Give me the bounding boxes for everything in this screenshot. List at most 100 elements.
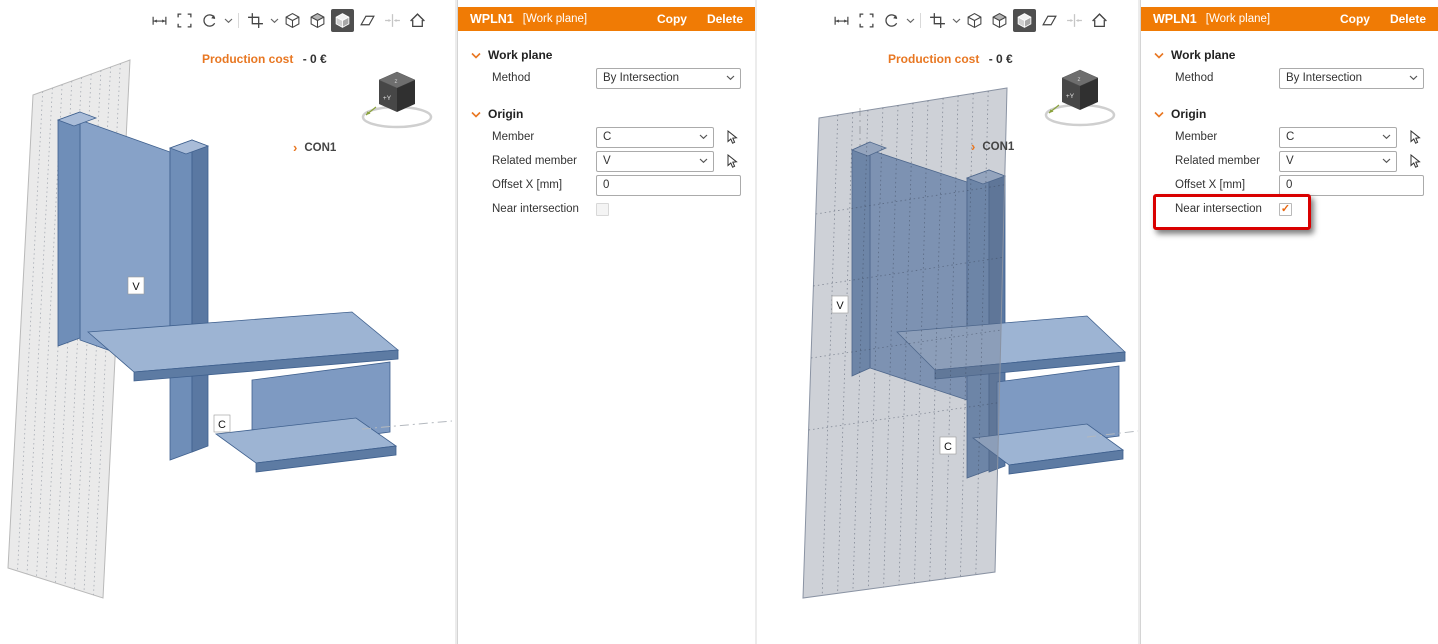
offset-x-label: Offset X [mm] [492, 179, 596, 191]
svg-text:+Y: +Y [1066, 93, 1075, 100]
member-dropdown[interactable]: C [596, 127, 714, 148]
properties-panel-left: WPLN1 [Work plane] Copy Delete Work plan… [457, 0, 755, 644]
orbit-icon[interactable] [880, 9, 903, 32]
snap-icon [381, 9, 404, 32]
related-member-label: Related member [492, 155, 596, 167]
related-member-label: Related member [1175, 155, 1279, 167]
related-member-value: V [1286, 155, 1382, 167]
section-work-plane[interactable]: Work plane [1141, 44, 1438, 66]
delete-button[interactable]: Delete [707, 12, 743, 26]
copy-button[interactable]: Copy [1340, 12, 1370, 26]
section-work-plane[interactable]: Work plane [458, 44, 755, 66]
member-row: Member C [1141, 125, 1438, 149]
dropdown-chevron-icon [699, 134, 708, 140]
svg-text:V: V [836, 300, 844, 312]
dimension-icon[interactable] [830, 9, 853, 32]
method-label: Method [492, 72, 596, 84]
tree-item-con1[interactable]: › CON1 [293, 142, 336, 154]
member-label-v: V [832, 296, 848, 313]
view-cube-solid-icon[interactable] [1013, 9, 1036, 32]
properties-panel-right: WPLN1 [Work plane] Copy Delete Work plan… [1140, 0, 1438, 644]
member-label: Member [1175, 131, 1279, 143]
collapse-chevron-icon [471, 111, 481, 118]
member-dropdown[interactable]: C [1279, 127, 1397, 148]
tree-expand-chevron-icon[interactable]: › [293, 142, 297, 154]
viewport-3d-left[interactable]: V C z +Y Production cost [0, 0, 455, 644]
dropdown-chevron-icon [1409, 75, 1418, 81]
member-pick-cursor-icon[interactable] [726, 128, 741, 146]
dimension-icon[interactable] [148, 9, 171, 32]
section-cut-icon[interactable] [926, 9, 949, 32]
tree-expand-chevron-icon[interactable]: › [971, 141, 975, 153]
svg-text:+Y: +Y [383, 95, 392, 102]
scene-left[interactable]: V C z +Y [0, 0, 455, 644]
method-value: By Intersection [1286, 72, 1409, 84]
section-dropdown-chevron-icon[interactable] [951, 9, 961, 32]
orbit-icon[interactable] [198, 9, 221, 32]
collapse-chevron-icon [471, 52, 481, 59]
production-cost-value: - 0 € [303, 52, 327, 66]
copy-button[interactable]: Copy [657, 12, 687, 26]
member-label-c: C [940, 437, 956, 454]
view-cube-solid-icon[interactable] [331, 9, 354, 32]
work-plane-surface[interactable] [803, 88, 1007, 598]
member-label: Member [492, 131, 596, 143]
orbit-dropdown-chevron-icon[interactable] [905, 9, 915, 32]
panel-header: WPLN1 [Work plane] Copy Delete [458, 7, 755, 31]
navigation-cube[interactable]: z +Y [363, 72, 431, 127]
member-beam-c[interactable] [88, 312, 398, 472]
offset-x-input[interactable] [596, 175, 741, 196]
section-label: Work plane [1171, 48, 1235, 62]
zoom-extents-icon[interactable] [173, 9, 196, 32]
near-intersection-checkbox[interactable] [596, 203, 609, 216]
checkmark-icon: ✓ [1281, 204, 1290, 215]
related-member-pick-cursor-icon[interactable] [1409, 152, 1424, 170]
member-row: Member C [458, 125, 755, 149]
related-member-dropdown[interactable]: V [1279, 151, 1397, 172]
tree-item-con1[interactable]: › CON1 [971, 141, 1014, 153]
production-cost: Production cost - 0 € [888, 52, 1013, 66]
offset-x-row: Offset X [mm] [1141, 173, 1438, 197]
section-dropdown-chevron-icon[interactable] [269, 9, 279, 32]
related-member-dropdown[interactable]: V [596, 151, 714, 172]
home-icon[interactable] [406, 9, 429, 32]
method-label: Method [1175, 72, 1279, 84]
section-origin[interactable]: Origin [458, 103, 755, 125]
viewport-toolbar [148, 9, 429, 32]
svg-text:z: z [1078, 77, 1081, 83]
method-row: Method By Intersection [1141, 66, 1438, 90]
viewport-3d-right[interactable]: V C z +Y Production cost [757, 0, 1138, 644]
panel-subtitle: [Work plane] [523, 13, 587, 25]
delete-button[interactable]: Delete [1390, 12, 1426, 26]
view-cube-wire-icon[interactable] [281, 9, 304, 32]
perspective-icon[interactable] [356, 9, 379, 32]
orbit-dropdown-chevron-icon[interactable] [223, 9, 233, 32]
view-cube-wire-icon[interactable] [963, 9, 986, 32]
svg-text:V: V [132, 281, 140, 293]
method-dropdown[interactable]: By Intersection [596, 68, 741, 89]
panel-title: WPLN1 [1153, 12, 1197, 26]
related-member-row: Related member V [1141, 149, 1438, 173]
section-origin[interactable]: Origin [1141, 103, 1438, 125]
navigation-cube[interactable]: z +Y [1046, 70, 1114, 125]
production-cost-value: - 0 € [989, 52, 1013, 66]
near-intersection-label: Near intersection [1175, 203, 1279, 215]
section-cut-icon[interactable] [244, 9, 267, 32]
collapse-chevron-icon [1154, 52, 1164, 59]
offset-x-input[interactable] [1279, 175, 1424, 196]
view-cube-shaded-icon[interactable] [988, 9, 1011, 32]
viewport-toolbar [830, 9, 1111, 32]
member-value: C [603, 131, 699, 143]
related-member-pick-cursor-icon[interactable] [726, 152, 741, 170]
home-icon[interactable] [1088, 9, 1111, 32]
member-pick-cursor-icon[interactable] [1409, 128, 1424, 146]
dropdown-chevron-icon [1382, 134, 1391, 140]
view-cube-shaded-icon[interactable] [306, 9, 329, 32]
near-intersection-row: Near intersection [458, 197, 755, 221]
scene-right[interactable]: V C z +Y [757, 0, 1138, 644]
zoom-extents-icon[interactable] [855, 9, 878, 32]
method-dropdown[interactable]: By Intersection [1279, 68, 1424, 89]
near-intersection-checkbox[interactable]: ✓ [1279, 203, 1292, 216]
dropdown-chevron-icon [1382, 158, 1391, 164]
perspective-icon[interactable] [1038, 9, 1061, 32]
